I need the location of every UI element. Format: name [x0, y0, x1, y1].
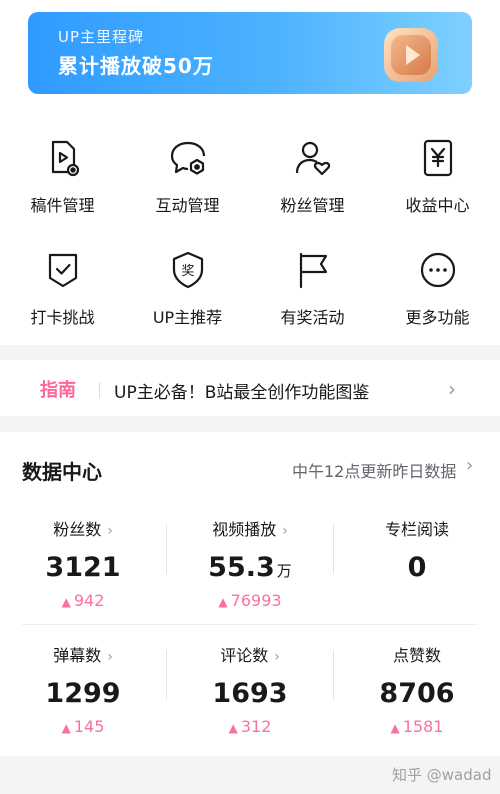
chevron-right-icon: ›: [448, 377, 456, 401]
stat-video-plays[interactable]: 视频播放 › 55.3 万 ▲ 76993: [167, 516, 333, 610]
chevron-right-icon[interactable]: ›: [466, 455, 473, 476]
up-triangle-icon: ▲: [61, 721, 71, 735]
column-divider: [166, 524, 167, 574]
up-triangle-icon: ▲: [218, 595, 228, 609]
row-divider: [22, 624, 478, 625]
stat-value: 8706: [379, 678, 455, 709]
tool-label: 稿件管理: [30, 196, 95, 215]
banner-title: 累计播放破50万: [58, 54, 214, 78]
svg-text:奖: 奖: [181, 264, 194, 279]
stat-label: 评论数: [220, 646, 269, 665]
guide-bar[interactable]: 指南 UP主必备！B站最全创作功能图鉴 ›: [0, 360, 500, 416]
data-update-note[interactable]: 中午12点更新昨日数据: [292, 458, 456, 482]
chevron-right-icon: ›: [274, 649, 280, 665]
stat-value: 1299: [45, 678, 121, 709]
stat-value: 55.3 万: [208, 552, 292, 583]
tool-earnings[interactable]: 收益中心: [375, 130, 500, 230]
stat-likes[interactable]: 点赞数 8706 ▲ 1581: [334, 642, 500, 736]
stat-label: 视频播放: [212, 520, 277, 539]
flag-icon: [299, 252, 327, 289]
chevron-right-icon: ›: [282, 523, 288, 539]
tool-activities[interactable]: 有奖活动: [250, 242, 375, 342]
stat-value: 3121: [45, 552, 121, 583]
interaction-icon: [170, 141, 205, 175]
chevron-right-icon: ›: [107, 523, 113, 539]
checkin-icon: [48, 253, 77, 288]
stat-delta: ▲ 312: [228, 717, 272, 736]
stat-delta: ▲ 76993: [218, 591, 282, 610]
earnings-icon: [423, 139, 452, 177]
tool-manuscript[interactable]: 稿件管理: [0, 130, 125, 230]
tool-fans[interactable]: 粉丝管理: [250, 130, 375, 230]
stat-delta: ▲ 145: [61, 717, 105, 736]
tool-label: 有奖活动: [280, 308, 345, 327]
award-icon: 奖: [172, 251, 203, 289]
watermark: 知乎 @wadad: [392, 766, 492, 784]
stat-value: 0: [407, 552, 427, 583]
tool-interaction[interactable]: 互动管理: [125, 130, 250, 230]
tool-up-recommend[interactable]: 奖 UP主推荐: [125, 242, 250, 342]
column-divider: [166, 650, 167, 700]
stat-comments[interactable]: 评论数 › 1693 ▲ 312: [167, 642, 333, 736]
data-center: 数据中心 中午12点更新昨日数据 › 粉丝数 › 3121 ▲ 942 视频播放 › …: [0, 432, 500, 756]
guide-text: UP主必备！B站最全创作功能图鉴: [114, 383, 370, 403]
stat-label: 专栏阅读: [384, 520, 449, 539]
stat-value: 1693: [212, 678, 288, 709]
stat-fans[interactable]: 粉丝数 › 3121 ▲ 942: [0, 516, 166, 610]
stat-label: 弹幕数: [53, 646, 102, 665]
column-divider: [333, 524, 334, 574]
tool-more[interactable]: 更多功能: [375, 242, 500, 342]
stat-delta: ▲ 942: [61, 591, 105, 610]
banner-subtitle: UP主里程碑: [58, 28, 145, 46]
milestone-banner[interactable]: UP主里程碑 累计播放破50万: [28, 12, 472, 94]
tool-checkin[interactable]: 打卡挑战: [0, 242, 125, 342]
tool-label: 粉丝管理: [280, 196, 345, 215]
tool-label: 打卡挑战: [30, 308, 95, 327]
stat-danmaku[interactable]: 弹幕数 › 1299 ▲ 145: [0, 642, 166, 736]
guide-tag: 指南: [40, 380, 76, 401]
stat-unit: 万: [276, 562, 292, 580]
tool-label: UP主推荐: [152, 308, 223, 327]
tool-label: 互动管理: [155, 196, 220, 215]
column-divider: [333, 650, 334, 700]
chevron-right-icon: ›: [107, 649, 113, 665]
stat-label: 粉丝数: [53, 520, 102, 539]
stat-delta: ▲ 1581: [390, 717, 444, 736]
up-triangle-icon: ▲: [390, 721, 400, 735]
tool-label: 更多功能: [405, 308, 470, 327]
up-triangle-icon: ▲: [61, 595, 71, 609]
tool-label: 收益中心: [405, 196, 470, 215]
top-panel: UP主里程碑 累计播放破50万 稿件管理 互动管理 粉丝管理 收益中心 打卡挑战…: [0, 0, 500, 345]
more-icon: [420, 252, 455, 288]
data-center-title: 数据中心: [22, 460, 102, 484]
stat-label: 点赞数: [392, 646, 441, 665]
guide-divider: [99, 382, 100, 398]
stat-column-reads: 专栏阅读 0: [334, 516, 500, 583]
fans-icon: [295, 141, 330, 176]
up-triangle-icon: ▲: [228, 721, 238, 735]
milestone-badge-icon: [384, 28, 438, 82]
manuscript-icon: [51, 140, 79, 177]
